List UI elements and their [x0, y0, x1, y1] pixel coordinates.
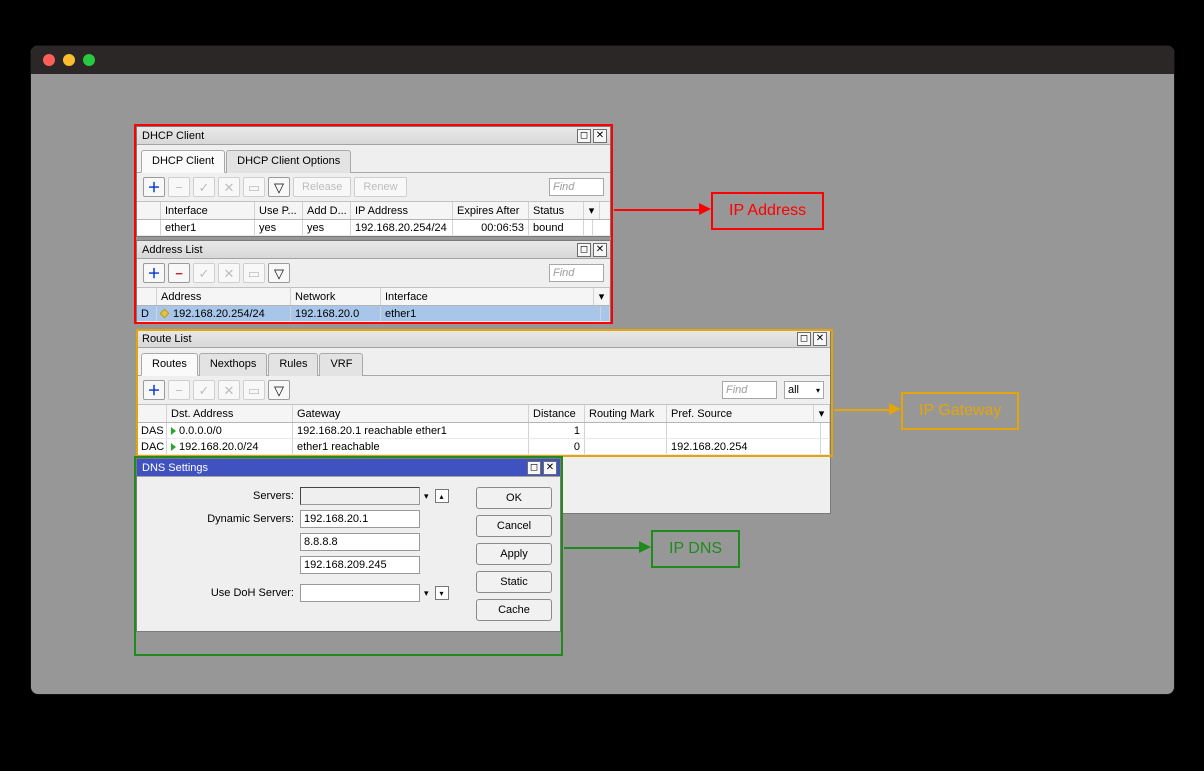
label-ip-address: IP Address: [711, 192, 824, 230]
arrowhead-ip-dns: [639, 541, 651, 553]
cache-button[interactable]: Cache: [476, 599, 552, 621]
dynamic-server-value: 192.168.20.1: [300, 510, 420, 528]
dynamic-server-value: 192.168.209.245: [300, 556, 420, 574]
window-close-icon[interactable]: ✕: [813, 332, 827, 346]
tab-rules[interactable]: Rules: [268, 353, 318, 376]
renew-button[interactable]: Renew: [354, 177, 406, 197]
label-ip-gateway: IP Gateway: [901, 392, 1019, 430]
add-button[interactable]: ＋: [143, 380, 165, 400]
table-row[interactable]: D 192.168.20.254/24 192.168.20.0 ether1: [137, 306, 610, 322]
servers-input[interactable]: [300, 487, 420, 505]
window-restore-icon[interactable]: ◻: [797, 332, 811, 346]
disable-button[interactable]: ✕: [218, 263, 240, 283]
doh-input[interactable]: [300, 584, 420, 602]
tab-nexthops[interactable]: Nexthops: [199, 353, 267, 376]
app-window-frame: DHCP Client ◻ ✕ DHCP Client DHCP Client …: [30, 45, 1175, 695]
table-row[interactable]: ether1 yes yes 192.168.20.254/24 00:06:5…: [137, 220, 610, 236]
tab-routes[interactable]: Routes: [141, 353, 198, 376]
dns-settings-window: DNS Settings ◻ ✕ Servers: ▾ ▴: [136, 458, 561, 632]
window-restore-icon[interactable]: ◻: [577, 243, 591, 257]
dynamic-servers-label: Dynamic Servers:: [145, 513, 300, 525]
arrow-ip-gateway: [834, 409, 891, 411]
filter-scope-select[interactable]: all▾: [784, 381, 824, 399]
add-button[interactable]: ＋: [143, 263, 165, 283]
dhcp-table-header: Interface Use P... Add D... IP Address E…: [137, 202, 610, 220]
address-list-window: Address List ◻ ✕ ＋ − ✓ ✕ ▭ ▽ Find Addres…: [136, 240, 611, 323]
static-button[interactable]: Static: [476, 571, 552, 593]
arrow-ip-address: [614, 209, 701, 211]
mac-titlebar: [31, 46, 1174, 74]
window-restore-icon[interactable]: ◻: [577, 129, 591, 143]
column-picker-icon[interactable]: ▾: [814, 405, 830, 422]
tab-dhcp-client[interactable]: DHCP Client: [141, 150, 225, 173]
window-close-icon[interactable]: ✕: [543, 461, 557, 475]
label-ip-dns: IP DNS: [651, 530, 740, 568]
traffic-light-close-icon[interactable]: [43, 54, 55, 66]
window-restore-icon[interactable]: ◻: [527, 461, 541, 475]
ok-button[interactable]: OK: [476, 487, 552, 509]
apply-button[interactable]: Apply: [476, 543, 552, 565]
comment-button[interactable]: ▭: [243, 263, 265, 283]
find-input[interactable]: Find: [549, 178, 604, 196]
servers-label: Servers:: [145, 490, 300, 502]
spin-down-icon[interactable]: ▾: [435, 586, 449, 600]
dhcp-client-window: DHCP Client ◻ ✕ DHCP Client DHCP Client …: [136, 126, 611, 237]
traffic-light-zoom-icon[interactable]: [83, 54, 95, 66]
window-title: DHCP Client: [142, 130, 204, 142]
active-route-icon: [171, 443, 176, 451]
table-row[interactable]: DAC 192.168.20.0/24 ether1 reachable 0 1…: [137, 439, 830, 455]
arrowhead-ip-address: [699, 203, 711, 215]
comment-button[interactable]: ▭: [243, 380, 265, 400]
filter-icon[interactable]: ▽: [268, 263, 290, 283]
remove-button[interactable]: −: [168, 177, 190, 197]
dynamic-server-value: 8.8.8.8: [300, 533, 420, 551]
remove-button[interactable]: −: [168, 263, 190, 283]
dynamic-icon: [160, 309, 170, 319]
release-button[interactable]: Release: [293, 177, 351, 197]
traffic-light-minimize-icon[interactable]: [63, 54, 75, 66]
servers-expand-icon[interactable]: ▾: [424, 491, 429, 502]
enable-button[interactable]: ✓: [193, 177, 215, 197]
route-table-header: Dst. Address Gateway Distance Routing Ma…: [137, 405, 830, 423]
column-picker-icon[interactable]: ▾: [594, 288, 610, 305]
disable-button[interactable]: ✕: [218, 380, 240, 400]
find-input[interactable]: Find: [722, 381, 777, 399]
add-button[interactable]: ＋: [143, 177, 165, 197]
remove-button[interactable]: −: [168, 380, 190, 400]
cancel-button[interactable]: Cancel: [476, 515, 552, 537]
address-table-header: Address Network Interface ▾: [137, 288, 610, 306]
tab-vrf[interactable]: VRF: [319, 353, 363, 376]
window-close-icon[interactable]: ✕: [593, 243, 607, 257]
find-input[interactable]: Find: [549, 264, 604, 282]
window-close-icon[interactable]: ✕: [593, 129, 607, 143]
column-picker-icon[interactable]: ▾: [584, 202, 600, 219]
doh-expand-icon[interactable]: ▾: [424, 588, 429, 599]
tab-dhcp-options[interactable]: DHCP Client Options: [226, 150, 351, 173]
filter-icon[interactable]: ▽: [268, 177, 290, 197]
window-title: Route List: [142, 333, 192, 345]
enable-button[interactable]: ✓: [193, 380, 215, 400]
enable-button[interactable]: ✓: [193, 263, 215, 283]
window-title: DNS Settings: [142, 462, 208, 474]
active-route-icon: [171, 427, 176, 435]
table-row[interactable]: DAS 0.0.0.0/0 192.168.20.1 reachable eth…: [137, 423, 830, 439]
disable-button[interactable]: ✕: [218, 177, 240, 197]
filter-icon[interactable]: ▽: [268, 380, 290, 400]
window-title: Address List: [142, 244, 203, 256]
doh-label: Use DoH Server:: [145, 587, 300, 599]
comment-button[interactable]: ▭: [243, 177, 265, 197]
arrowhead-ip-gateway: [889, 403, 901, 415]
arrow-ip-dns: [564, 547, 641, 549]
spin-up-icon[interactable]: ▴: [435, 489, 449, 503]
